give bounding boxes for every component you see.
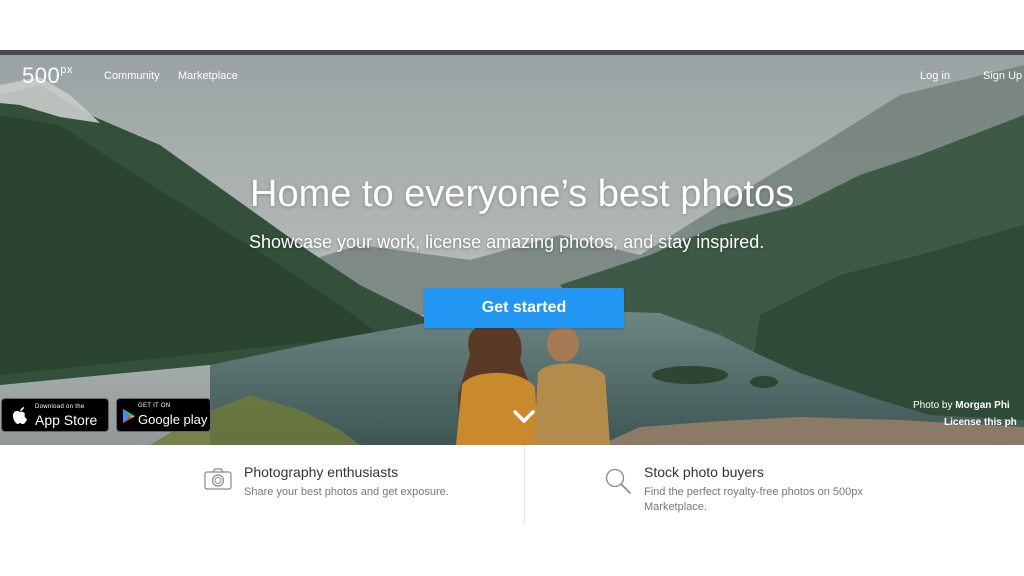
chevron-down-icon[interactable] — [512, 409, 536, 425]
feature-description: Find the perfect royalty-free photos on … — [644, 486, 863, 513]
hero-subheadline: Showcase your work, license amazing phot… — [249, 232, 765, 252]
get-started-button[interactable]: Get started — [424, 288, 624, 328]
apple-icon — [13, 407, 27, 424]
nav-community-link[interactable]: Community — [104, 70, 160, 82]
app-store-small-text: Download on the — [35, 404, 85, 410]
top-whitespace — [0, 0, 1024, 50]
hero-section: 500px Community Marketplace Log in Sign … — [0, 55, 1024, 445]
feature-title: Stock photo buyers — [644, 464, 764, 480]
site-logo[interactable]: 500px — [22, 63, 73, 89]
photo-credit: Photo by Morgan Phi — [913, 400, 1010, 411]
hero-headline: Home to everyone’s best photos — [250, 173, 795, 215]
search-icon — [605, 468, 631, 494]
google-play-small-text: GET IT ON — [138, 403, 171, 409]
photo-credit-prefix: Photo by — [913, 400, 953, 411]
top-navigation: 500px Community Marketplace Log in Sign … — [0, 55, 1024, 99]
photographer-name-link[interactable]: Morgan Phi — [955, 400, 1009, 411]
license-photo-link[interactable]: License this ph — [944, 417, 1017, 428]
app-store-label: App Store — [35, 412, 98, 428]
features-divider — [524, 446, 525, 524]
feature-title: Photography enthusiasts — [244, 464, 399, 480]
login-link[interactable]: Log in — [920, 70, 950, 82]
app-store-badge[interactable]: Download on the App Store — [1, 398, 109, 432]
nav-marketplace-link[interactable]: Marketplace — [178, 70, 238, 82]
feature-description: Share your best photos and get exposure. — [244, 486, 449, 498]
signup-link[interactable]: Sign Up — [983, 70, 1022, 82]
google-play-icon — [123, 409, 135, 423]
google-play-badge[interactable]: GET IT ON Google play — [116, 398, 211, 432]
camera-icon — [204, 468, 232, 490]
google-play-label: Google play — [138, 412, 208, 427]
